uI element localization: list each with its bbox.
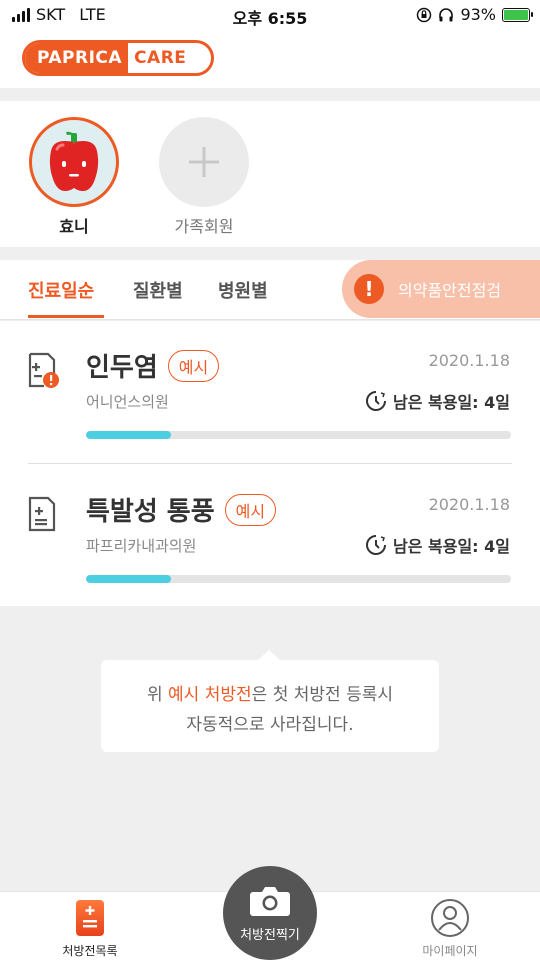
tab-by-date[interactable]: 진료일순 [28,277,94,303]
hospital-name: 어니언스의원 [86,393,169,411]
progress-fill [86,575,171,583]
remaining-days-text: 남은 복용일: 4일 [393,537,510,556]
prescription-list: 인두염 예시 2020.1.18 어니언스의원 남은 복용일: 4일 특발성 통… [0,321,540,606]
status-right: 93% [416,5,533,24]
clock-icon [366,391,386,411]
prescription-list-icon [76,900,104,936]
drug-safety-label: 의약품안전점검 [398,281,502,300]
nav-prescription-list[interactable]: 처방전목록 [30,898,150,959]
prescription-alert-icon [28,352,59,388]
member-name: 효니 [59,217,89,236]
tooltip-line-2: 자동적으로 사라집니다. [186,715,354,735]
prescription-icon [28,496,56,532]
prescription-card[interactable]: 특발성 통풍 예시 2020.1.18 파프리카내과의원 남은 복용일: 4일 [0,465,540,605]
add-family-member[interactable]: 가족회원 [158,117,250,237]
app-header: PAPRICA CARE [0,32,540,88]
tab-by-disease[interactable]: 질환별 [133,277,183,303]
headphones-icon [439,7,454,21]
nav-my-page[interactable]: 마이페이지 [390,898,510,959]
prescription-title-row: 특발성 통풍 예시 [86,491,277,528]
prescription-date: 2020.1.18 [428,495,510,514]
example-badge: 예시 [224,493,277,526]
member-hyoni[interactable]: 효니 [28,117,120,237]
tab-by-hospital[interactable]: 병원별 [218,277,268,303]
nav-label: 마이페이지 [422,944,478,958]
status-bar: SKT LTE 오후 6:55 93% [0,0,540,32]
hospital-name: 파프리카내과의원 [86,537,197,555]
paprica-care-logo[interactable]: PAPRICA CARE [22,40,214,76]
tab-bar: 진료일순 질환별 병원별 ! 의약품안전점검 [0,260,540,320]
tooltip-suffix: 은 첫 처방전 등록시 [251,685,393,705]
plus-icon [159,117,249,207]
exclamation-icon: ! [354,274,384,304]
medication-progress-bar [86,431,511,439]
remaining-days-text: 남은 복용일: 4일 [393,393,510,412]
progress-fill [86,431,171,439]
example-badge: 예시 [167,349,220,382]
prescription-card[interactable]: 인두염 예시 2020.1.18 어니언스의원 남은 복용일: 4일 [0,321,540,464]
logo-left-text: PAPRICA [25,43,129,73]
member-name: 가족회원 [174,217,234,236]
member-selector: 효니 가족회원 [0,101,540,247]
battery-icon [502,7,533,22]
remaining-days: 남은 복용일: 4일 [365,389,510,413]
logo-right-text: CARE [134,48,187,68]
battery-percent: 93% [460,5,496,24]
tooltip-prefix: 위 [147,685,169,705]
nav-label: 처방전목록 [62,944,118,958]
prescription-title: 특발성 통풍 [86,497,215,527]
medication-progress-bar [86,575,511,583]
divider [28,463,512,464]
red-pepper-avatar [29,117,119,207]
camera-icon [250,886,290,916]
take-prescription-photo-button[interactable]: 처방전찍기 [223,866,317,960]
camera-label: 처방전찍기 [240,927,300,943]
active-tab-indicator [28,315,104,318]
tooltip-line-1: 위 예시 처방전은 첫 처방전 등록시 [101,680,439,710]
drug-safety-check-button[interactable]: ! 의약품안전점검 [342,260,540,318]
tooltip-highlight: 예시 처방전 [168,685,252,705]
orientation-lock-icon [417,7,432,22]
example-notice-tooltip: 위 예시 처방전은 첫 처방전 등록시 자동적으로 사라집니다. [101,650,439,752]
prescription-title: 인두염 [86,353,158,383]
clock-icon [366,535,386,555]
profile-icon [431,899,469,937]
remaining-days: 남은 복용일: 4일 [365,533,510,557]
prescription-title-row: 인두염 예시 [86,347,220,384]
prescription-date: 2020.1.18 [428,351,510,370]
